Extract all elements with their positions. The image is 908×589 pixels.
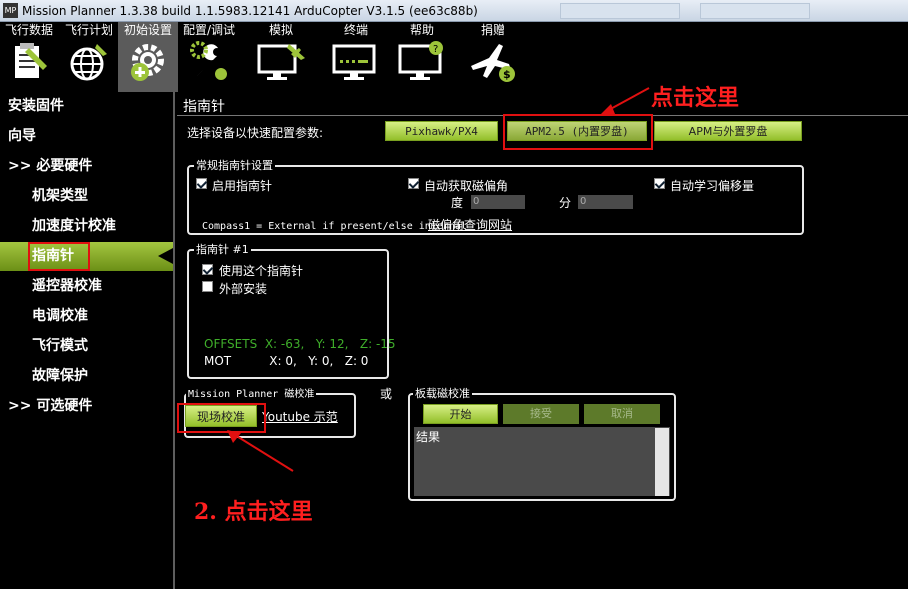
toolbar-config-tuning[interactable]: 配置/调试 — [178, 22, 240, 92]
degree-label: 度 — [451, 196, 464, 210]
or-label: 或 — [380, 387, 393, 401]
enable-compass-label: 启用指南针 — [212, 179, 273, 193]
compass-offsets: OFFSETS X: -63, Y: 12, Z: -15 — [204, 337, 396, 351]
onboard-mag-calib-title: 板载磁校准 — [413, 385, 472, 401]
sidebar-active-arrow-icon — [158, 248, 173, 264]
compass-mot: MOT X: 0, Y: 0, Z: 0 — [204, 354, 369, 368]
compass-panel: 指南针 选择设备以快速配置参数: Pixhawk/PX4 APM2.5 (内置罗… — [177, 85, 908, 589]
toolbar-simulation[interactable]: 模拟 — [250, 22, 312, 92]
result-scrollbar[interactable] — [655, 428, 669, 496]
use-this-compass-checkbox[interactable] — [202, 264, 213, 275]
terminal-icon — [332, 44, 376, 80]
plane-dollar-icon: $ — [471, 44, 515, 82]
main-toolbar: 飞行数据 飞行计划 初始设置 配置/调试 模拟 终端 帮助 ? 捐赠 $ — [0, 22, 908, 92]
onboard-cancel-button[interactable]: 取消 — [584, 404, 660, 424]
general-compass-settings-title: 常规指南针设置 — [194, 157, 275, 173]
window-titlebar: MP Mission Planner 1.3.38 build 1.1.5983… — [0, 0, 908, 22]
degree-input[interactable]: 0 — [471, 195, 525, 209]
auto-learn-offsets-checkbox[interactable] — [654, 178, 665, 189]
onboard-result-label: 结果 — [416, 430, 441, 444]
onboard-accept-button[interactable]: 接受 — [503, 404, 579, 424]
youtube-demo-link[interactable]: Youtube 示范 — [262, 408, 338, 425]
auto-declination-label: 自动获取磁偏角 — [424, 179, 509, 193]
setup-sidebar: 安装固件 向导 >> 必要硬件 机架类型 加速度计校准 指南针 遥控器校准 电调… — [0, 92, 175, 589]
preset-pixhawk-button[interactable]: Pixhawk/PX4 — [385, 121, 498, 141]
sidebar-item-frame-type[interactable]: 机架类型 — [32, 182, 88, 210]
annotation-highlight-box — [28, 242, 90, 271]
svg-text:?: ? — [433, 44, 438, 55]
annotation-arrow-2 — [227, 430, 294, 472]
toolbar-initial-setup[interactable]: 初始设置 — [118, 22, 178, 92]
app-icon: MP — [3, 3, 18, 18]
sidebar-item-wizard[interactable]: 向导 — [8, 122, 36, 150]
enable-compass-checkbox[interactable] — [196, 178, 207, 189]
preset-apm-external-button[interactable]: APM与外置罗盘 — [654, 121, 802, 141]
window-title: Mission Planner 1.3.38 build 1.1.5983.12… — [22, 4, 478, 18]
svg-text:$: $ — [503, 68, 511, 81]
sidebar-item-optional-hardware[interactable]: >> 可选硬件 — [8, 392, 92, 420]
use-this-compass-label: 使用这个指南针 — [219, 264, 304, 278]
background-tab — [560, 3, 680, 19]
sidebar-item-flight-modes[interactable]: 飞行模式 — [32, 332, 88, 360]
annotation-click-here-1: 点击这里 — [651, 85, 740, 111]
compass-1-title: 指南针 #1 — [194, 241, 251, 257]
externally-mounted-label: 外部安装 — [219, 282, 268, 296]
sidebar-item-mandatory-hardware[interactable]: >> 必要硬件 — [8, 152, 92, 180]
help-monitor-icon: ? — [398, 41, 443, 80]
toolbar-terminal[interactable]: 终端 — [328, 22, 384, 92]
auto-declination-checkbox[interactable] — [408, 178, 419, 189]
auto-learn-offsets-label: 自动学习偏移量 — [670, 179, 755, 193]
annotation-click-here-2: 2. 点击这里 — [194, 499, 313, 525]
minute-input[interactable]: 0 — [578, 195, 633, 209]
sidebar-item-install-firmware[interactable]: 安装固件 — [8, 92, 64, 120]
onboard-result-box[interactable] — [414, 427, 670, 496]
preset-select-label: 选择设备以快速配置参数: — [187, 126, 324, 140]
toolbar-flight-plan[interactable]: 飞行计划 — [60, 22, 118, 92]
clipboard-icon — [15, 43, 47, 78]
background-tab — [700, 3, 810, 19]
onboard-start-button[interactable]: 开始 — [423, 404, 498, 424]
externally-mounted-checkbox[interactable] — [202, 281, 213, 292]
globe-icon — [70, 44, 107, 81]
sidebar-item-failsafe[interactable]: 故障保护 — [32, 362, 88, 390]
gear-plus-icon — [131, 44, 164, 81]
toolbar-flight-data[interactable]: 飞行数据 — [0, 22, 58, 92]
page-title: 指南针 — [183, 99, 225, 115]
declination-website-link[interactable]: 磁偏角查询网站 — [428, 216, 512, 233]
toolbar-donate[interactable]: 捐赠 $ — [462, 22, 524, 92]
mp-mag-calib-title: Mission Planner 磁校准 — [186, 385, 317, 400]
monitor-plane-icon — [257, 44, 305, 80]
toolbar-help[interactable]: 帮助 ? — [394, 22, 450, 92]
wrench-icon — [190, 41, 227, 80]
sidebar-item-radio-calibration[interactable]: 遥控器校准 — [32, 272, 102, 300]
sidebar-item-esc-calibration[interactable]: 电调校准 — [32, 302, 88, 330]
sidebar-item-accel-calibration[interactable]: 加速度计校准 — [32, 212, 116, 240]
minute-label: 分 — [559, 196, 572, 210]
